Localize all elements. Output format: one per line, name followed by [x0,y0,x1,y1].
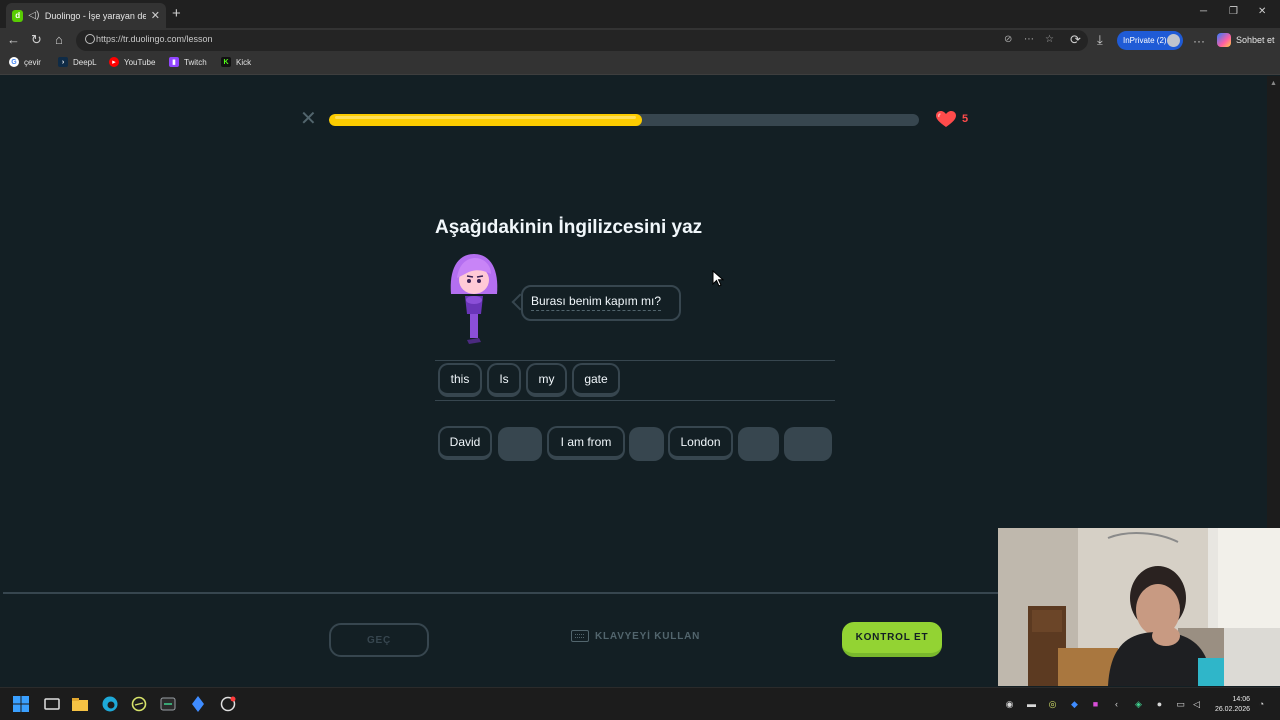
app-icon-1[interactable] [131,696,147,712]
extensions-icon[interactable]: ⟳ [1070,33,1081,47]
lesson-progress-bar [329,114,919,126]
network-icon[interactable]: ▭ [1175,699,1186,710]
progress-shine [335,116,636,119]
deepl-icon: › [58,57,68,67]
answer-area-top-line [435,360,835,361]
challenge-instruction: Aşağıdakinin İngilizcesini yaz [435,217,703,238]
answer-word-chip[interactable]: Is [487,363,521,397]
windows-start-icon[interactable] [13,696,29,712]
volume-icon[interactable]: ◁ [1191,699,1202,710]
minimize-icon[interactable]: ─ [1200,6,1207,17]
url-field[interactable]: https://tr.duolingo.com/lesson ⊘ ⋯ ☆ [76,30,1088,51]
profile-avatar [1167,34,1180,47]
answer-word-chip[interactable]: this [438,363,482,397]
footer-divider [3,592,998,594]
tray-icon-4[interactable]: ◆ [1069,699,1080,710]
duolingo-favicon-icon: d [12,9,24,22]
app-icon-3[interactable] [220,696,236,712]
site-info-icon[interactable] [85,34,95,44]
app-icon-2[interactable] [190,696,206,712]
favorite-item-twitch[interactable]: ▮ Twitch [169,57,207,67]
notification-bell-icon[interactable]: ◔ [1256,699,1267,710]
windows-taskbar: ◉ ▬ ◎ ◆ ■ ‹ ◈ ● ▭ ◁ ◔ [0,687,1280,720]
close-lesson-icon[interactable]: ✕ [300,109,317,129]
word-bank-used-slot [498,427,542,461]
tray-icon-5[interactable]: ■ [1090,699,1101,710]
task-view-icon[interactable] [44,696,60,712]
downloads-icon[interactable]: ⤓ [1097,33,1103,47]
favorite-item-deepl[interactable]: › DeepL [58,57,97,67]
more-options-icon[interactable]: ··· [1193,34,1205,48]
prompt-sentence[interactable]: Burası benim kapım mı? [531,294,662,311]
address-bar-row: ← ↻ ⌂ https://tr.duolingo.com/lesson ⊘ ⋯… [0,28,1280,53]
use-keyboard-button[interactable]: KLAVYEYİ KULLAN [571,630,700,642]
hearts-count: 5 [962,113,969,125]
read-aloud-icon[interactable]: ⋯ [1024,34,1034,45]
tracking-prevention-icon[interactable]: ⊘ [1004,34,1012,45]
tray-icon-1[interactable]: ◉ [1004,699,1015,710]
tab-title: Duolingo - İşe yarayan dersler [44,10,146,21]
kick-icon: K [221,57,231,67]
scroll-up-arrow-icon[interactable]: ▲ [1270,80,1277,87]
terminal-icon[interactable] [160,696,176,712]
favorite-label: Twitch [184,57,207,67]
use-keyboard-label: KLAVYEYİ KULLAN [595,630,701,642]
word-bank-chip[interactable]: London [668,426,733,460]
file-explorer-icon[interactable] [72,696,88,712]
tray-icon-6[interactable]: ‹ [1111,699,1122,710]
answer-word-chip[interactable]: gate [572,363,620,397]
favorite-star-icon[interactable]: ☆ [1045,34,1054,45]
clock-date: 26.02.2026 [1214,706,1250,713]
copilot-label[interactable]: Sohbet et [1236,35,1275,45]
edge-browser-icon[interactable] [102,696,118,712]
word-bank-used-slot [784,427,832,461]
check-button[interactable]: KONTROL ET [842,622,942,657]
tray-icon-3[interactable]: ◎ [1047,699,1058,710]
browser-tab-strip: d ◁) Duolingo - İşe yarayan dersler ✕ + … [0,0,1280,28]
favorite-item-cevir[interactable]: G çevir [9,57,41,67]
url-text: https://tr.duolingo.com/lesson [96,34,213,44]
close-window-icon[interactable]: ✕ [1258,6,1266,17]
restore-icon[interactable]: ❐ [1229,6,1238,17]
word-bank-used-slot [629,427,664,461]
microphone-icon[interactable]: ● [1154,699,1165,710]
active-tab[interactable]: d ◁) Duolingo - İşe yarayan dersler ✕ [6,3,166,28]
new-tab-plus-icon[interactable]: + [172,5,181,22]
clock-time: 14:06 [1232,696,1250,703]
google-translate-icon: G [9,57,19,67]
refresh-icon[interactable]: ↻ [31,33,42,47]
word-bank-chip[interactable]: David [438,426,492,460]
favorite-label: YouTube [124,57,156,67]
favorite-label: çevir [24,57,41,67]
system-clock[interactable]: 14:06 26.02.2026 [1212,695,1250,715]
speaker-icon[interactable]: ◁) [28,10,39,22]
webcam-video-image [998,528,1280,686]
favorite-item-youtube[interactable]: ▸ YouTube [109,57,155,67]
answer-area-bottom-line [435,400,835,401]
inprivate-label: InPrivate (2) [1123,36,1167,45]
back-arrow-icon[interactable]: ← [7,33,20,47]
tray-icon-7[interactable]: ◈ [1133,699,1144,710]
copilot-icon[interactable] [1217,33,1231,47]
word-bank-chip[interactable]: I am from [547,426,625,460]
webcam-overlay [998,528,1280,686]
favorite-label: Kick [236,57,252,67]
favorite-label: DeepL [73,57,97,67]
inprivate-badge[interactable]: InPrivate (2) [1117,31,1183,50]
close-tab-icon[interactable]: ✕ [151,9,160,22]
favorites-bar: G çevir › DeepL ▸ YouTube ▮ Twitch K Kic… [0,53,1280,75]
mouse-cursor-icon [712,270,724,287]
keyboard-icon [571,630,589,642]
skip-button[interactable]: GEÇ [329,623,429,657]
progress-fill [329,114,642,126]
answer-word-chip[interactable]: my [526,363,567,397]
youtube-icon: ▸ [109,57,119,67]
lily-character-icon [450,254,498,344]
word-bank-used-slot [738,427,779,461]
favorite-item-kick[interactable]: K Kick [221,57,251,67]
tray-icon-2[interactable]: ▬ [1026,699,1037,710]
heart-icon [936,111,956,127]
twitch-icon: ▮ [169,57,179,67]
home-icon[interactable]: ⌂ [55,33,63,47]
